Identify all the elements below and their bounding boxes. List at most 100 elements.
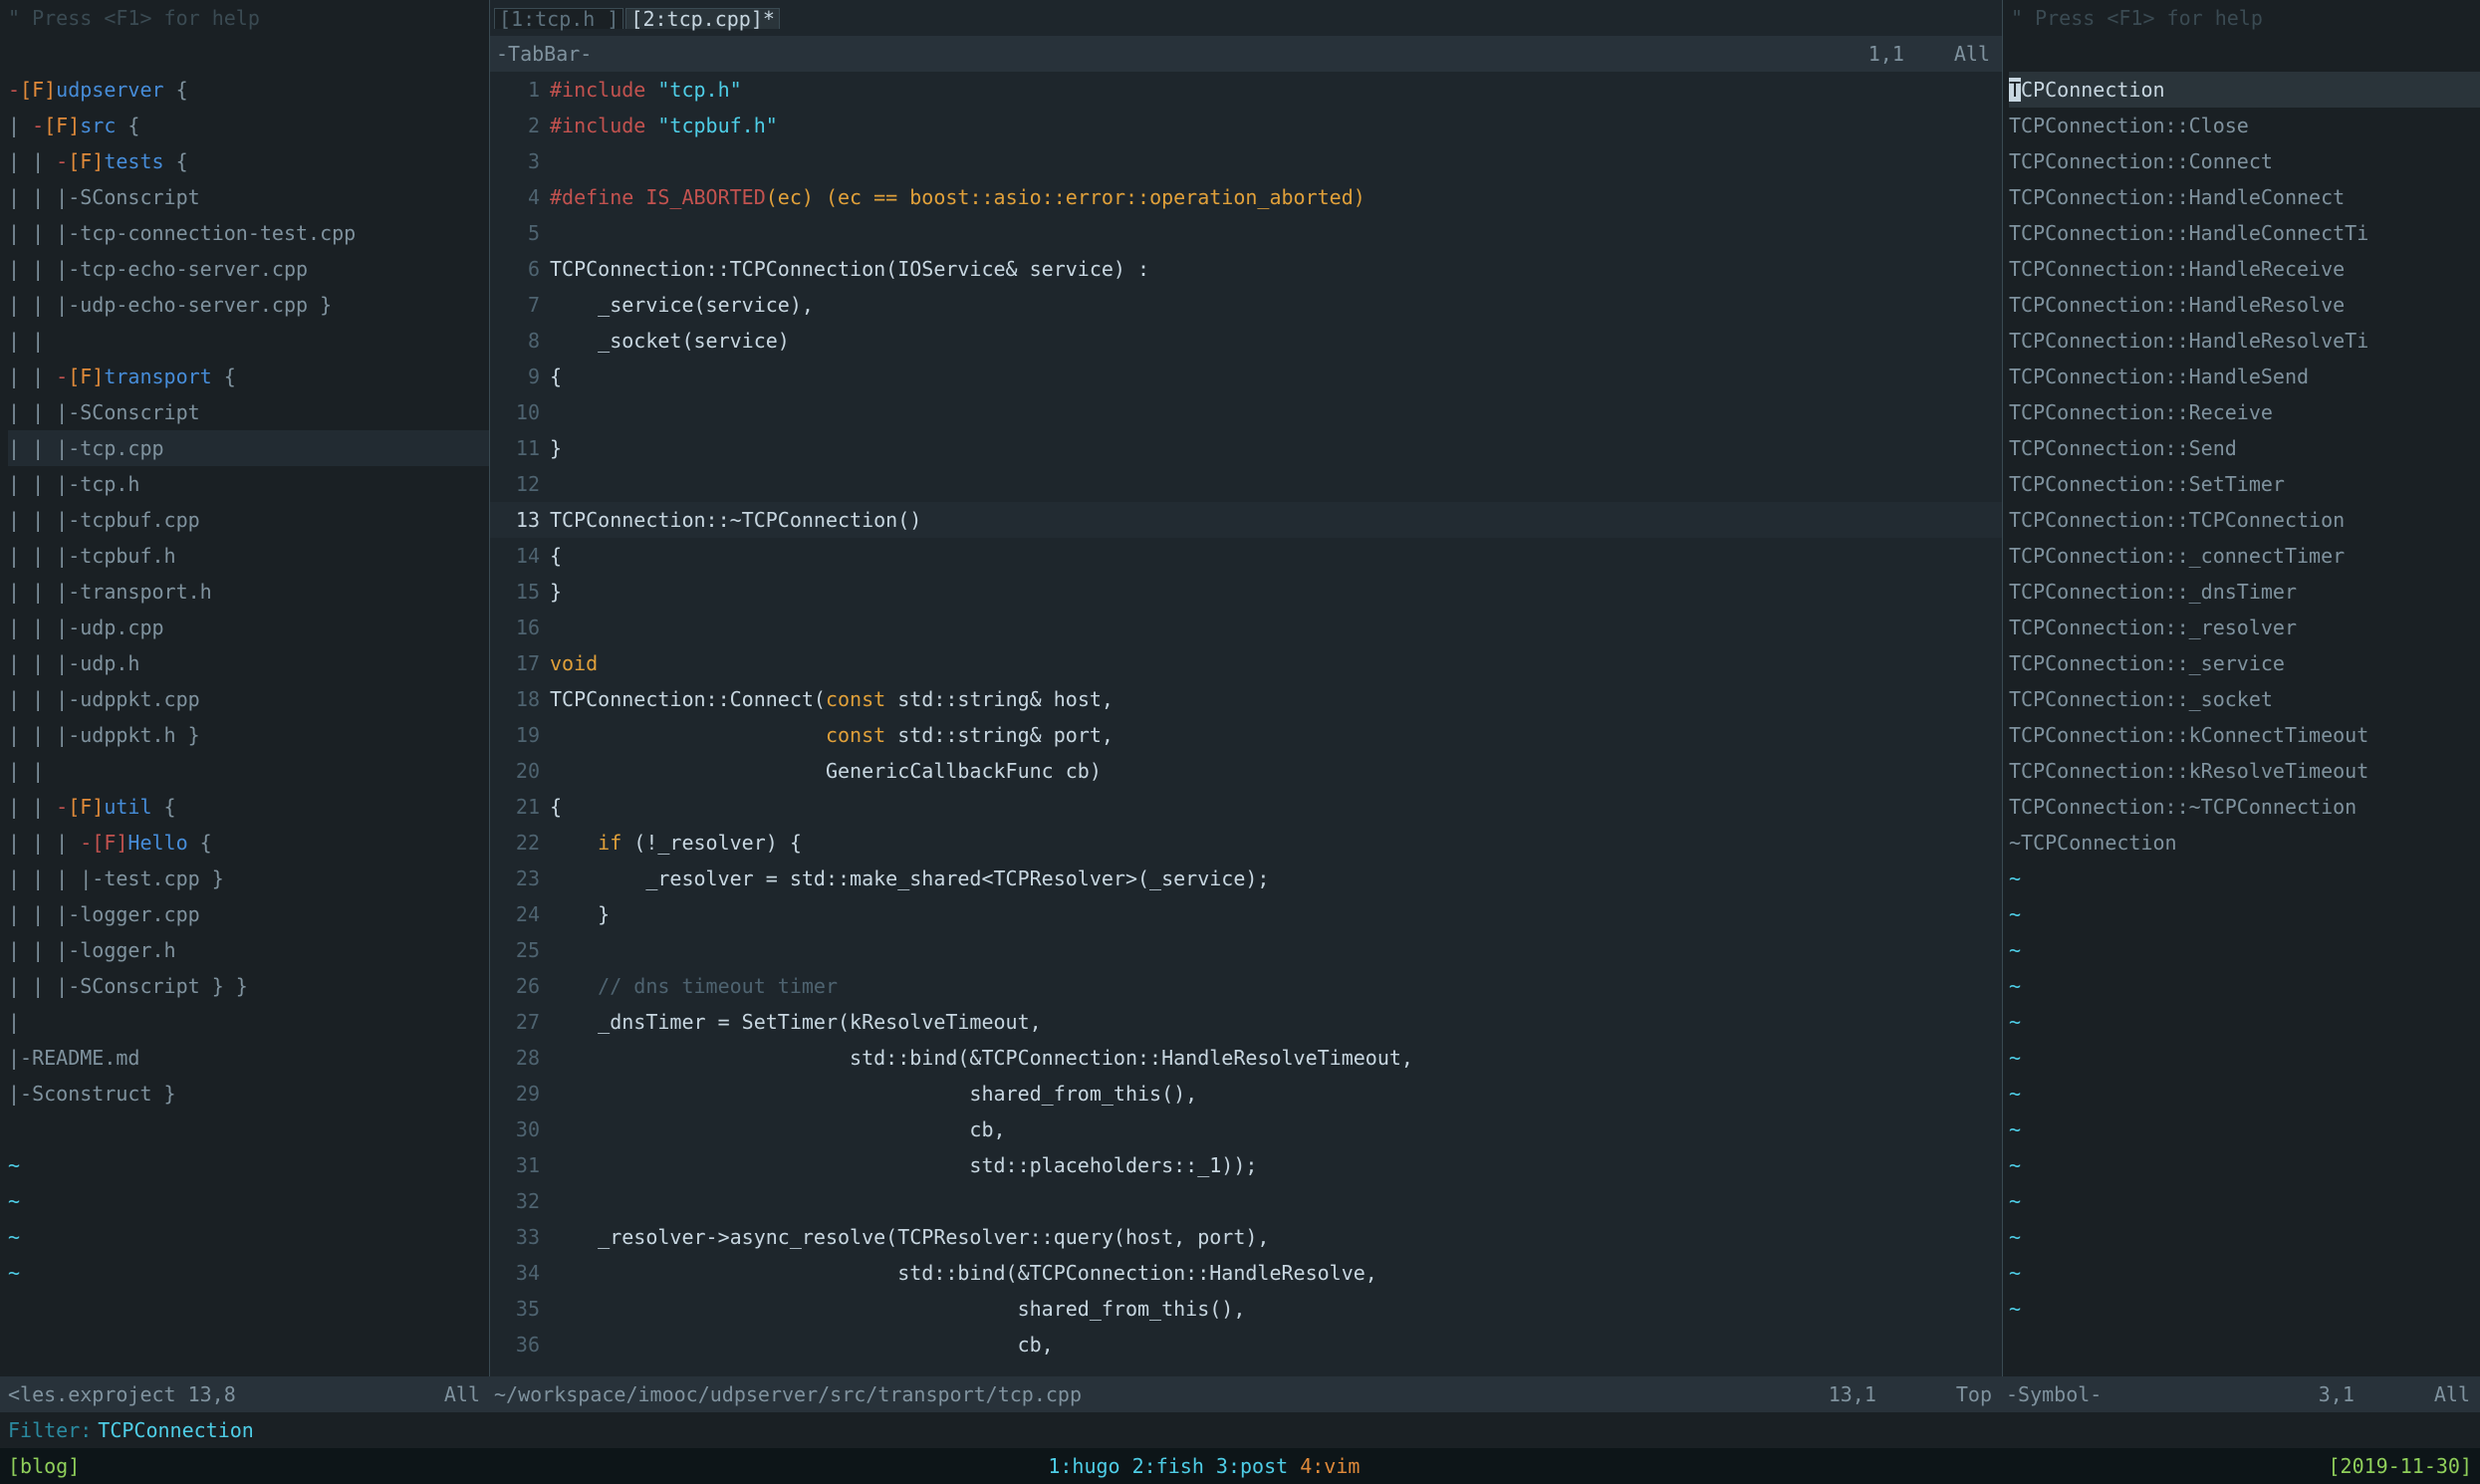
code-line[interactable]: 33 _resolver->async_resolve(TCPResolver:… xyxy=(490,1219,2002,1255)
file-tree-item[interactable]: | | xyxy=(8,753,489,789)
code-line[interactable]: 24 } xyxy=(490,896,2002,932)
symbol-item[interactable]: TCPConnection::kConnectTimeout xyxy=(2009,717,2480,753)
symbol-item[interactable]: TCPConnection::HandleConnectTi xyxy=(2009,215,2480,251)
symbol-item[interactable]: TCPConnection::_service xyxy=(2009,645,2480,681)
code-line[interactable]: 28 std::bind(&TCPConnection::HandleResol… xyxy=(490,1040,2002,1076)
symbol-item[interactable]: TCPConnection::_dnsTimer xyxy=(2009,574,2480,610)
file-tree-item[interactable]: | | -[F]util { xyxy=(8,789,489,825)
symbol-item[interactable]: TCPConnection::Send xyxy=(2009,430,2480,466)
file-tree-item[interactable]: | | |-tcp.cpp xyxy=(8,430,489,466)
code-editor[interactable]: 1#include "tcp.h"2#include "tcpbuf.h"34#… xyxy=(490,72,2002,1376)
file-tree-item[interactable]: | | |-tcp-connection-test.cpp xyxy=(8,215,489,251)
symbol-item[interactable]: TCPConnection::TCPConnection xyxy=(2009,502,2480,538)
code-line[interactable]: 14{ xyxy=(490,538,2002,574)
code-line[interactable]: 12 xyxy=(490,466,2002,502)
symbol-item[interactable]: TCPConnection::HandleReceive xyxy=(2009,251,2480,287)
code-line[interactable]: 7 _service(service), xyxy=(490,287,2002,323)
symbol-item[interactable]: TCPConnection::Close xyxy=(2009,108,2480,143)
file-tree-item[interactable]: | | |-udppkt.h } xyxy=(8,717,489,753)
file-tree-item[interactable]: | | -[F]transport { xyxy=(8,359,489,394)
code-line[interactable]: 5 xyxy=(490,215,2002,251)
code-line[interactable]: 36 cb, xyxy=(490,1327,2002,1362)
file-tree[interactable]: -[F]udpserver {| -[F]src {| | -[F]tests … xyxy=(0,72,489,1376)
file-tree-item[interactable]: | | xyxy=(8,323,489,359)
file-tree-item[interactable]: | | |-udp.cpp xyxy=(8,610,489,645)
symbol-item[interactable]: TCPConnection::~TCPConnection xyxy=(2009,789,2480,825)
symbol-item[interactable]: TCPConnection::HandleConnect xyxy=(2009,179,2480,215)
file-tree-item[interactable]: |-README.md xyxy=(8,1040,489,1076)
file-tree-item[interactable]: | | | |-test.cpp } xyxy=(8,861,489,896)
code-line[interactable]: 21{ xyxy=(490,789,2002,825)
file-tree-item[interactable]: | | |-logger.h xyxy=(8,932,489,968)
code-line[interactable]: 34 std::bind(&TCPConnection::HandleResol… xyxy=(490,1255,2002,1291)
symbol-item[interactable]: TCPConnection::_socket xyxy=(2009,681,2480,717)
empty-line: ~ xyxy=(2009,896,2480,932)
code-line[interactable]: 19 const std::string& port, xyxy=(490,717,2002,753)
file-tree-item[interactable]: | -[F]src { xyxy=(8,108,489,143)
editor-tab[interactable]: [2:tcp.cpp]* xyxy=(625,8,780,29)
code-line[interactable]: 29 shared_from_this(), xyxy=(490,1076,2002,1112)
file-tree-item[interactable]: | | |-SConscript xyxy=(8,394,489,430)
file-tree-item[interactable]: | | -[F]tests { xyxy=(8,143,489,179)
symbol-item[interactable]: TCPConnection::Connect xyxy=(2009,143,2480,179)
file-tree-item[interactable]: | | |-udppkt.cpp xyxy=(8,681,489,717)
file-tree-item[interactable]: | | |-udp-echo-server.cpp } xyxy=(8,287,489,323)
file-tree-item[interactable]: | | | -[F]Hello { xyxy=(8,825,489,861)
status-left-pos: 13,8 xyxy=(188,1384,236,1404)
code-line[interactable]: 26 // dns timeout timer xyxy=(490,968,2002,1004)
code-line[interactable]: 6TCPConnection::TCPConnection(IOService&… xyxy=(490,251,2002,287)
file-tree-item[interactable]: | | |-tcp.h xyxy=(8,466,489,502)
code-line[interactable]: 9{ xyxy=(490,359,2002,394)
code-line[interactable]: 13TCPConnection::~TCPConnection() xyxy=(490,502,2002,538)
symbol-item[interactable]: TCPConnection xyxy=(2009,72,2480,108)
code-line[interactable]: 2#include "tcpbuf.h" xyxy=(490,108,2002,143)
symbol-item[interactable]: TCPConnection::kResolveTimeout xyxy=(2009,753,2480,789)
symbol-item[interactable]: TCPConnection::Receive xyxy=(2009,394,2480,430)
code-line[interactable]: 1#include "tcp.h" xyxy=(490,72,2002,108)
symbol-item[interactable]: TCPConnection::_connectTimer xyxy=(2009,538,2480,574)
file-tree-item[interactable]: | | |-tcpbuf.cpp xyxy=(8,502,489,538)
code-line[interactable]: 35 shared_from_this(), xyxy=(490,1291,2002,1327)
file-tree-item[interactable]: | | |-logger.cpp xyxy=(8,896,489,932)
symbol-item[interactable]: ~TCPConnection xyxy=(2009,825,2480,861)
code-line[interactable]: 25 xyxy=(490,932,2002,968)
code-line[interactable]: 17void xyxy=(490,645,2002,681)
symbol-item[interactable]: TCPConnection::SetTimer xyxy=(2009,466,2480,502)
symbol-item[interactable]: TCPConnection::HandleSend xyxy=(2009,359,2480,394)
file-tree-item[interactable]: | xyxy=(8,1004,489,1040)
code-line[interactable]: 30 cb, xyxy=(490,1112,2002,1147)
code-line[interactable]: 18TCPConnection::Connect(const std::stri… xyxy=(490,681,2002,717)
tmux-status[interactable]: [blog] 1:hugo 2:fish 3:post 4:vim [2019-… xyxy=(0,1448,2480,1484)
code-line[interactable]: 3 xyxy=(490,143,2002,179)
file-tree-item[interactable]: | | |-tcpbuf.h xyxy=(8,538,489,574)
code-line[interactable]: 4#define IS_ABORTED(ec) (ec == boost::as… xyxy=(490,179,2002,215)
code-line[interactable]: 22 if (!_resolver) { xyxy=(490,825,2002,861)
tmux-session[interactable]: [blog] xyxy=(0,1456,80,1476)
file-tree-item[interactable]: |-Sconstruct } xyxy=(8,1076,489,1112)
code-line[interactable]: 15} xyxy=(490,574,2002,610)
code-line[interactable]: 32 xyxy=(490,1183,2002,1219)
symbol-item[interactable]: TCPConnection::_resolver xyxy=(2009,610,2480,645)
code-line[interactable]: 11} xyxy=(490,430,2002,466)
status-left-file: <les.exproject xyxy=(8,1384,176,1404)
file-tree-item[interactable]: -[F]udpserver { xyxy=(8,72,489,108)
code-line[interactable]: 8 _socket(service) xyxy=(490,323,2002,359)
code-line[interactable]: 16 xyxy=(490,610,2002,645)
tmux-windows[interactable]: 1:hugo 2:fish 3:post 4:vim xyxy=(80,1456,2328,1476)
code-line[interactable]: 20 GenericCallbackFunc cb) xyxy=(490,753,2002,789)
file-tree-item[interactable]: | | |-SConscript } } xyxy=(8,968,489,1004)
file-tree-item[interactable]: | | |-SConscript xyxy=(8,179,489,215)
file-tree-item[interactable]: | | |-transport.h xyxy=(8,574,489,610)
code-line[interactable]: 27 _dnsTimer = SetTimer(kResolveTimeout, xyxy=(490,1004,2002,1040)
symbol-list[interactable]: TCPConnectionTCPConnection::CloseTCPConn… xyxy=(2003,72,2480,1376)
symbol-item[interactable]: TCPConnection::HandleResolve xyxy=(2009,287,2480,323)
file-tree-item[interactable]: | | |-tcp-echo-server.cpp xyxy=(8,251,489,287)
symbol-item[interactable]: TCPConnection::HandleResolveTi xyxy=(2009,323,2480,359)
code-line[interactable]: 23 _resolver = std::make_shared<TCPResol… xyxy=(490,861,2002,896)
code-line[interactable]: 31 std::placeholders::_1)); xyxy=(490,1147,2002,1183)
tab-strip[interactable]: [1:tcp.h ][2:tcp.cpp]* xyxy=(490,0,2002,36)
filter-line[interactable]: Filter: TCPConnection xyxy=(0,1412,2480,1448)
file-tree-item[interactable]: | | |-udp.h xyxy=(8,645,489,681)
code-line[interactable]: 10 xyxy=(490,394,2002,430)
editor-tab[interactable]: [1:tcp.h ] xyxy=(494,8,623,29)
